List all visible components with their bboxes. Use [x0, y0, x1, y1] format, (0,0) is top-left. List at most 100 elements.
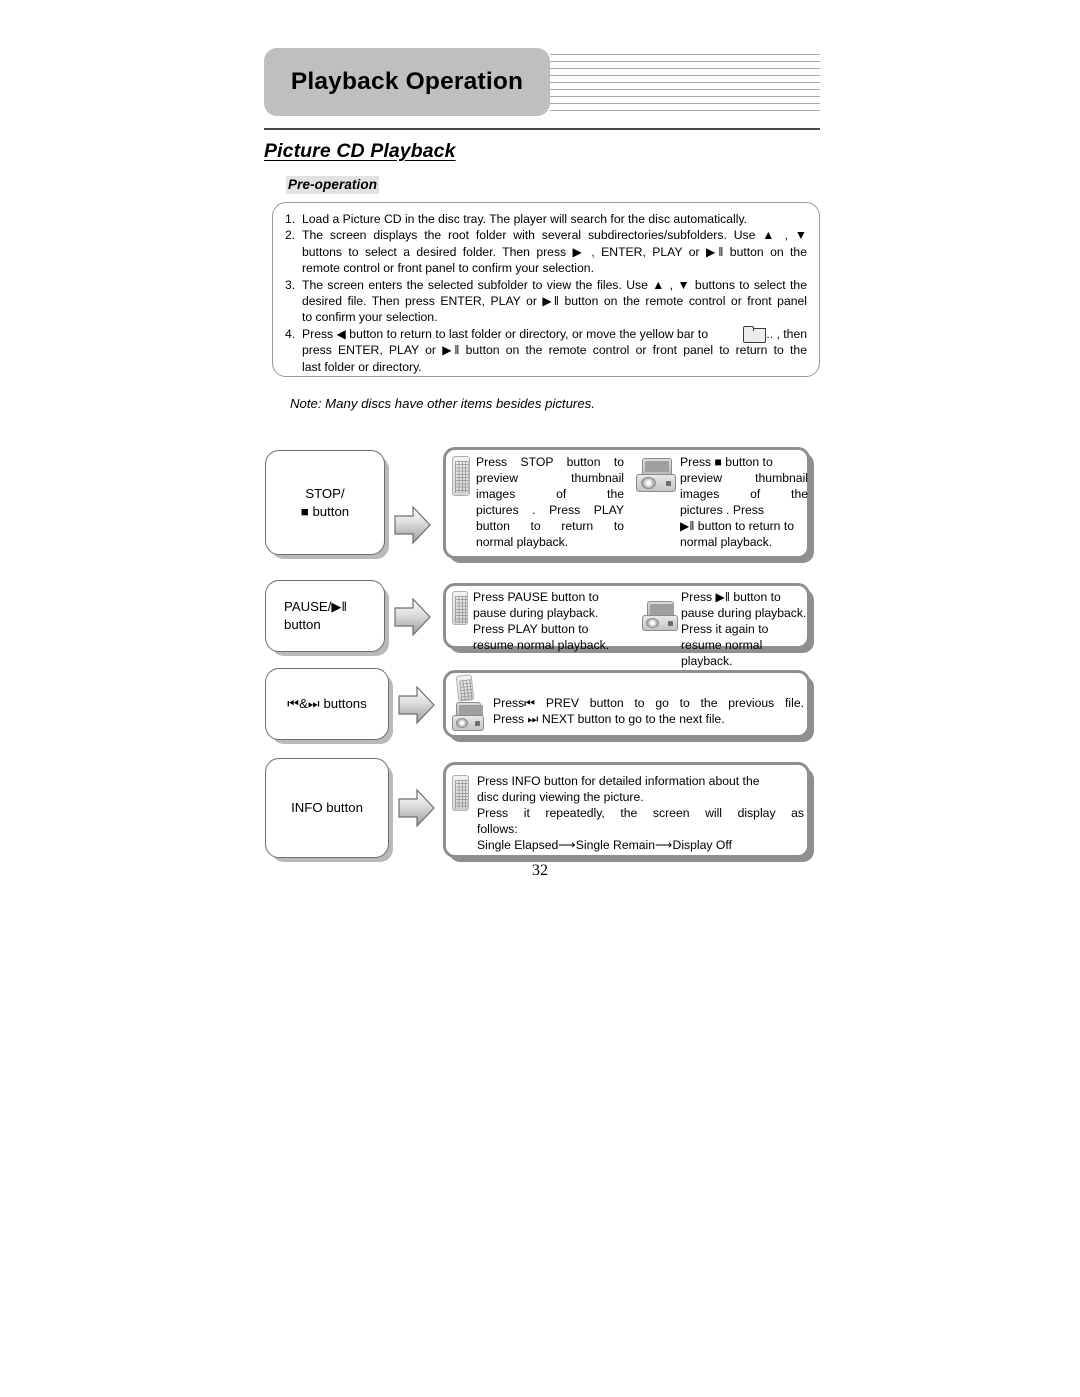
remote-control-icon	[452, 775, 469, 811]
list-item-number: 4.	[285, 326, 296, 341]
flow-cell-line: images of the	[680, 487, 808, 502]
list-item-line: last folder or directory.	[302, 359, 422, 374]
flow-label-line: PAUSE/▶‖	[284, 599, 347, 614]
flow-cell-remote: Press PAUSE button to pause during playb…	[452, 589, 638, 653]
list-item-line: .. , then	[766, 326, 807, 341]
flow-cell-line: pause during playback.	[473, 606, 599, 621]
flow-label-line: INFO button	[291, 800, 363, 815]
list-item-body: Load a Picture CD in the disc tray. The …	[302, 211, 807, 227]
player-screen	[647, 601, 674, 616]
header-decorative-lines	[550, 54, 820, 112]
list-item: 4. Press ◀ button to return to last fold…	[285, 325, 807, 375]
list-item-body: Press ◀ button to return to last folder …	[302, 325, 807, 375]
flow-cell-line: Press PAUSE button to	[473, 590, 599, 604]
flow-cell-line: Press STOP button to	[476, 455, 624, 469]
page-title: Playback Operation	[290, 68, 524, 95]
flow-label-stop: STOP/ ■ button	[265, 450, 385, 555]
header-divider	[264, 128, 820, 130]
flow-cell-line: pause during playback.	[681, 606, 807, 621]
remote-button-grid	[455, 596, 467, 623]
remote-control-icon	[452, 456, 470, 496]
dvd-player-icon	[642, 601, 678, 631]
flow-label-text: PAUSE/▶‖ button	[284, 598, 347, 634]
remote-control-icon	[452, 591, 468, 625]
list-item-number: 1.	[285, 212, 296, 226]
remote-button-grid	[459, 679, 474, 701]
list-item-line: desired file. Then press ENTER, PLAY or …	[302, 294, 807, 309]
flow-cell-line: Press it repeatedly, the screen will dis…	[477, 806, 804, 821]
folder-icon	[743, 325, 767, 343]
remote-and-player-icon	[452, 674, 486, 732]
flow-cell-player: Press ■ button to preview thumbnail imag…	[636, 454, 808, 551]
flow-label-line: button	[284, 617, 321, 632]
flow-cell-line: Press INFO button for detailed informati…	[477, 774, 760, 788]
player-disc	[646, 618, 659, 628]
page-header: Playback Operation	[264, 48, 820, 120]
flow-cell-line: Press PLAY button to	[473, 622, 589, 637]
flow-cell-remote-and-player: Press⏮ PREV button to go to the previous…	[452, 674, 804, 732]
flow-cell-line: button to return to	[476, 519, 624, 534]
list-item-number: 3.	[285, 277, 296, 292]
flow-cell-line: preview thumbnail	[476, 471, 624, 486]
flow-label-pause: PAUSE/▶‖ button	[265, 580, 385, 652]
flow-cell-line: normal playback.	[680, 535, 773, 550]
flow-cell-line: Press it again to	[681, 622, 769, 637]
list-item-number: 2.	[285, 228, 296, 243]
flow-cell-line: pictures . Press PLAY	[476, 503, 624, 518]
flow-cell-line: pictures . Press	[680, 503, 764, 518]
player-button	[668, 621, 673, 626]
list-item-body: The screen displays the root folder with…	[302, 227, 807, 276]
flow-cell-remote: Press INFO button for detailed informati…	[452, 773, 804, 853]
flow-cell-line: Press ▶‖ button to	[681, 590, 781, 604]
flow-cell-line: ▶‖ button to return to	[680, 519, 795, 534]
flow-label-line: ⏮&⏭ buttons	[287, 696, 367, 711]
pre-operation-box: 1. Load a Picture CD in the disc tray. T…	[272, 202, 820, 377]
dvd-player-icon	[452, 702, 484, 732]
flow-label-text: INFO button	[291, 799, 363, 817]
list-item-line: Press ◀ button to return to last folder …	[302, 326, 709, 341]
dvd-player-icon	[636, 458, 676, 492]
flow-cell-line: Press ■ button to	[680, 455, 773, 469]
list-item-line: remote control or front panel to confirm…	[302, 261, 594, 276]
flow-cell-line: Press ⏭ NEXT button to go to the next fi…	[493, 712, 725, 727]
flow-content-info: Press INFO button for detailed informati…	[443, 762, 810, 858]
flow-label-line: ■ button	[300, 503, 350, 519]
document-page: Playback Operation Picture CD Playback P…	[0, 0, 1080, 1397]
flow-cell-line: Press⏮ PREV button to go to the previous…	[493, 696, 804, 710]
flow-cell-line: resume normal playback.	[473, 638, 610, 653]
player-button	[475, 721, 480, 726]
right-block-arrow-icon	[393, 503, 433, 547]
flow-label-info: INFO button	[265, 758, 389, 858]
list-item-line: buttons to select a desired folder. Then…	[302, 244, 807, 259]
flow-label-line: STOP/	[305, 485, 345, 501]
list-item-line: to confirm your selection.	[302, 310, 438, 325]
header-tab: Playback Operation	[264, 48, 550, 116]
flow-cell-line: images of the	[476, 487, 624, 502]
remote-button-grid	[455, 461, 469, 493]
flow-content-pause: Press PAUSE button to pause during playb…	[443, 583, 810, 668]
remote-button-grid	[455, 780, 468, 809]
flow-cell-remote: Press STOP button to preview thumbnail i…	[452, 454, 624, 551]
flow-content-prev-next: Press⏮ PREV button to go to the previous…	[443, 670, 810, 738]
flow-cell-line: follows:	[477, 822, 518, 837]
list-item-line: The screen enters the selected subfolder…	[302, 277, 807, 292]
player-disc	[641, 477, 656, 489]
flow-cell-line: normal playback.	[476, 535, 569, 550]
player-disc	[456, 718, 468, 728]
list-item-line-with-folder-icon: Press ◀ button to return to last folder …	[302, 325, 807, 343]
flow-cell-line: resume normal playback.	[681, 638, 763, 669]
flow-label-text: ⏮&⏭ buttons	[287, 695, 366, 713]
list-item: 1. Load a Picture CD in the disc tray. T…	[285, 211, 807, 227]
right-block-arrow-icon	[397, 683, 437, 727]
list-item-body: The screen enters the selected subfolder…	[302, 277, 807, 326]
player-screen	[456, 702, 483, 716]
flow-label-text: STOP/ ■ button	[301, 485, 349, 521]
flow-content-stop: Press STOP button to preview thumbnail i…	[443, 447, 810, 559]
subsection-title: Pre-operation	[286, 176, 380, 194]
remote-control-icon	[455, 674, 475, 702]
note-text: Note: Many discs have other items beside…	[290, 396, 595, 411]
list-item: 3. The screen enters the selected subfol…	[285, 277, 807, 326]
player-screen	[642, 458, 672, 475]
list-item-line: The screen displays the root folder with…	[302, 228, 807, 243]
page-number: 32	[532, 862, 548, 879]
